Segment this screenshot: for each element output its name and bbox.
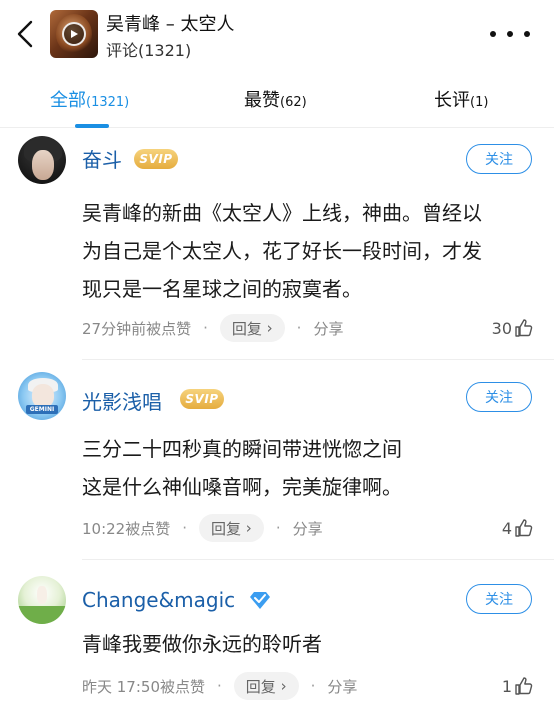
separator: · [182,519,188,537]
reply-label: 回复 [211,519,242,538]
comment-line: 吴青峰的新曲《太空人》上线，神曲。曾经以 [82,201,482,225]
comment-count: 评论(1321) [106,41,192,60]
like-button[interactable]: 30 [492,313,534,343]
chevron-left-icon [17,20,33,48]
avatar-tag: GEMINI [26,405,58,414]
avatar[interactable]: GEMINI [18,372,66,420]
share-link[interactable]: 分享 [327,676,357,697]
separator: · [275,519,281,537]
comment-line: 三分二十四秒真的瞬间带进恍惚之间 [82,437,402,461]
comment-item: GEMINI 光影浅唱 SVIP 关注 三分二十四秒真的瞬间带进恍惚之间 这是什… [0,360,554,560]
reply-label: 回复 [231,319,262,338]
follow-button[interactable]: 关注 [466,382,532,412]
more-dot [524,31,530,37]
comment-meta: 10:22被点赞 · 回复 › · 分享 [82,513,323,543]
like-button[interactable]: 1 [502,671,534,701]
like-count: 30 [491,318,512,338]
more-dot [507,31,513,37]
play-icon [62,22,86,46]
chevron-right-icon: › [241,519,252,537]
comment-text: 青峰我要做你永远的聆听者 [82,625,537,663]
comment-meta: 27分钟前被点赞 · 回复 › · 分享 [82,313,343,343]
back-button[interactable] [10,16,40,52]
like-time: 昨天 17:50被点赞 [82,677,205,696]
reply-button[interactable]: 回复 › [233,672,299,700]
song-title: 吴青峰 – 太空人 [106,14,235,35]
chevron-right-icon: › [261,319,273,337]
tab-top-liked-label: 最赞 [244,90,280,111]
tab-long-reviews[interactable]: 长评(1) [434,86,488,112]
comment-meta: 昨天 17:50被点赞 · 回复 › · 分享 [82,671,357,701]
tab-all[interactable]: 全部(1321) [50,86,129,112]
share-link[interactable]: 分享 [313,318,343,339]
more-options-button[interactable] [490,22,530,46]
separator: · [310,677,316,695]
avatar-grass [18,606,66,624]
thumbs-up-icon [515,319,533,337]
album-cover[interactable] [50,10,98,58]
svip-badge: SVIP [180,389,224,409]
avatar-face [32,150,54,180]
comment-line: 青峰我要做你永远的聆听者 [82,632,322,656]
separator: · [203,319,208,337]
tab-long-reviews-count: (1) [470,95,489,110]
verified-diamond-icon [250,592,270,609]
tab-all-label: 全部 [50,90,86,111]
like-time: 10:22被点赞 [82,519,171,538]
avatar[interactable] [18,136,66,184]
like-button[interactable]: 4 [502,513,534,543]
follow-button[interactable]: 关注 [466,144,532,174]
reply-button[interactable]: 回复 › [219,314,285,342]
comment-text: 吴青峰的新曲《太空人》上线，神曲。曾经以 为自己是个太空人，花了好长一段时间，才… [82,194,537,308]
comment-text: 三分二十四秒真的瞬间带进恍惚之间 这是什么神仙嗓音啊，完美旋律啊。 [82,430,537,506]
avatar-figure [37,586,47,604]
comment-line: 为自己是个太空人，花了好长一段时间，才发 [82,239,482,263]
comment-item: 奋斗 SVIP 关注 吴青峰的新曲《太空人》上线，神曲。曾经以 为自己是个太空人… [0,128,554,360]
comment-tabs: 全部(1321) 最赞(62) 长评(1) [0,74,554,128]
comment-item: Change&magic 关注 青峰我要做你永远的聆听者 昨天 17:50被点赞… [0,560,554,712]
user-name[interactable]: 奋斗 [82,144,122,173]
comment-line: 这是什么神仙嗓音啊，完美旋律啊。 [82,475,402,499]
comment-line: 现只是一名星球之间的寂寞者。 [82,277,362,301]
like-count: 4 [501,518,512,538]
chevron-right-icon: › [275,677,287,695]
follow-button[interactable]: 关注 [466,584,532,614]
more-dots-icon [490,31,496,37]
svip-badge: SVIP [134,149,178,169]
reply-label: 回复 [245,677,276,696]
like-time: 27分钟前被点赞 [82,319,192,338]
tab-top-liked[interactable]: 最赞(62) [244,86,307,112]
separator: · [217,677,222,695]
tab-top-liked-count: (62) [280,95,307,110]
thumbs-up-icon [515,519,533,537]
user-name[interactable]: 光影浅唱 [82,386,162,415]
separator: · [296,319,302,337]
user-name[interactable]: Change&magic [82,588,235,612]
tab-all-count: (1321) [86,95,130,110]
thumbs-up-icon [515,677,533,695]
song-header: 吴青峰 – 太空人 评论(1321) [0,0,554,68]
tab-long-reviews-label: 长评 [434,90,470,111]
share-link[interactable]: 分享 [293,518,323,539]
reply-button[interactable]: 回复 › [199,514,264,542]
like-count: 1 [501,676,512,696]
avatar[interactable] [18,576,66,624]
